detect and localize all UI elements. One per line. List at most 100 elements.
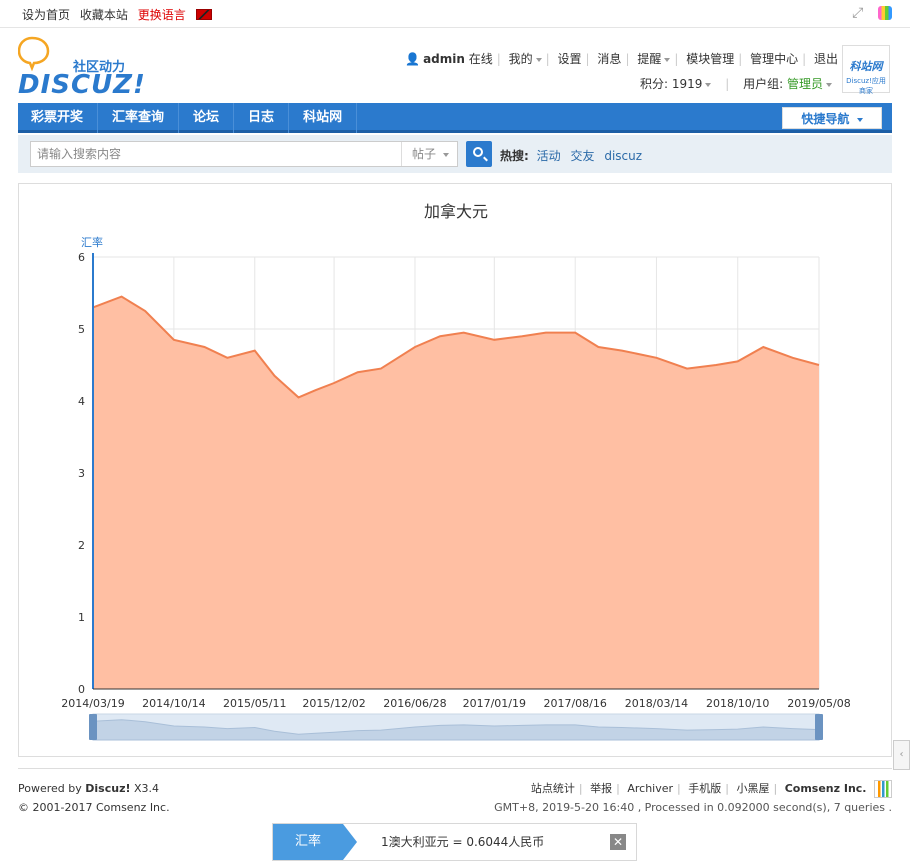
x-tick-label: 2015/05/11 [223,697,286,710]
points-menu[interactable]: 积分: 1919 [640,77,712,91]
partner-badge[interactable]: 科站网 Discuz!应用商家 [842,45,890,95]
settings-link[interactable]: 设置 [558,52,582,66]
footer-link-archiver[interactable]: Archiver [627,782,673,795]
points-label: 积分: 1919 [640,77,703,91]
partner-badge-title: 科站网 [849,60,883,73]
x-tick-label: 2014/10/14 [142,697,205,710]
fullscreen-icon[interactable]: ⤢ [852,6,866,20]
user-group-label: 用户组: [743,77,784,91]
product-link[interactable]: Discuz! [85,782,130,795]
user-icon: 👤 [405,52,421,66]
user-nav: 👤 admin 在线 | 我的 | 设置 | 消息 | 提醒 | 模块管理 | 管理中心 | 退… [405,52,838,66]
navigator-handle-left [89,714,97,740]
reminders-menu[interactable]: 提醒 [637,52,671,66]
nav-item-blog[interactable]: 日志 [234,103,290,133]
search-input[interactable] [31,142,401,166]
navigator-handle-right [815,714,823,740]
y-tick-label: 5 [78,323,85,336]
set-home-link[interactable]: 设为首页 [22,8,70,22]
footer-right: 站点统计 | 举报 | Archiver | 手机版 | 小黑屋 | Comsenz In… [494,779,892,817]
reminders-label: 提醒 [637,52,662,66]
company-link[interactable]: Comsenz Inc. [785,782,867,795]
search-type-select[interactable]: 帖子 [401,142,457,166]
top-bar: 设为首页 收藏本站 更换语言 ⤢ [0,0,910,28]
nav-item-exchange-rate[interactable]: 汇率查询 [98,103,180,133]
chevron-down-icon [664,57,671,62]
search-bar: 帖子 热搜: 活动 交友 discuz [18,135,892,173]
search-box: 帖子 [30,141,458,167]
messages-link[interactable]: 消息 [597,52,621,66]
rate-notice: 汇率 1澳大利亚元 = 0.6044人民币 ✕ [272,823,637,861]
y-tick-label: 0 [78,683,85,696]
y-tick-label: 3 [78,467,85,480]
chevron-down-icon [826,82,832,87]
y-tick-label: 2 [78,539,85,552]
product-version: X3.4 [134,782,160,795]
notice-tag: 汇率 [273,824,357,860]
logout-link[interactable]: 退出 [814,52,838,66]
change-language-link[interactable]: 更换语言 [138,8,212,22]
powered-by-label: Powered by [18,782,82,795]
nav-item-forum[interactable]: 论坛 [179,103,235,133]
x-tick-label: 2017/08/16 [543,697,606,710]
y-tick-label: 1 [78,611,85,624]
close-icon[interactable]: ✕ [610,834,626,850]
online-status: 在线 [468,52,493,66]
username[interactable]: admin [423,52,465,66]
flag-icon [195,9,212,20]
site-logo[interactable]: 社区动力 DISCUZ! [18,36,148,100]
top-links: 设为首页 收藏本站 更换语言 [22,6,218,23]
user-group-menu[interactable]: 管理员 [787,77,832,91]
main-nav: 彩票开奖 汇率查询 论坛 日志 科站网 快捷导航 [18,103,892,133]
favorite-link[interactable]: 收藏本站 [80,8,128,22]
chevron-down-icon [856,117,863,122]
x-tick-label: 2017/01/19 [463,697,526,710]
user-stats: 积分: 1919 | 用户组: 管理员 [640,75,832,92]
hot-search-link[interactable]: 活动 [537,149,561,163]
y-tick-label: 4 [78,395,85,408]
x-tick-label: 2015/12/02 [302,697,365,710]
footer-link-mobile[interactable]: 手机版 [688,782,721,795]
chevron-down-icon [535,57,542,62]
quick-nav-button[interactable]: 快捷导航 [782,107,882,129]
module-admin-link[interactable]: 模块管理 [686,52,734,66]
footer-link-report[interactable]: 举报 [590,782,612,795]
footer-link-blacklist[interactable]: 小黑屋 [736,782,769,795]
hot-search-label: 热搜: [500,149,529,163]
footer-left: Powered by Discuz! X3.4 © 2001-2017 Coms… [18,779,170,817]
search-button[interactable] [466,141,492,167]
chevron-down-icon [705,82,712,87]
hot-search-link[interactable]: discuz [604,149,642,163]
x-tick-label: 2019/05/08 [787,697,850,710]
user-group-value: 管理员 [786,77,823,91]
stats-badge-icon[interactable] [874,780,892,798]
series-area [93,296,819,689]
exchange-rate-chart: 加拿大元 汇率 0 1 2 3 4 5 6 2014/03/19 2014/10/14 2015/05… [18,183,892,757]
search-icon [473,147,483,157]
search-type-label: 帖子 [412,147,437,161]
nav-item-lottery[interactable]: 彩票开奖 [18,103,99,133]
logo-name: DISCUZ! [18,70,146,100]
x-tick-label: 2016/06/28 [383,697,446,710]
side-collapse-tab[interactable]: ‹ [893,740,910,770]
quick-nav-label: 快捷导航 [801,112,850,126]
change-language-label: 更换语言 [137,8,186,22]
x-tick-label: 2018/03/14 [625,697,688,710]
chart-svg: 加拿大元汇率 0 1 2 3 4 5 6 2014/03/19 2014/10/14 2015/05… [61,202,851,741]
copyright: © 2001-2017 Comsenz Inc. [18,801,170,814]
x-tick-label: 2018/10/10 [706,697,769,710]
my-menu-label: 我的 [508,52,533,66]
hot-search-link[interactable]: 交友 [570,149,594,163]
footer-link-stats[interactable]: 站点统计 [531,782,575,795]
my-menu[interactable]: 我的 [509,52,542,66]
chevron-down-icon [442,152,449,157]
hot-searches: 热搜: 活动 交友 discuz [500,147,648,164]
y-axis-label: 汇率 [81,235,103,249]
partner-badge-sub: Discuz!应用商家 [846,77,886,95]
admin-center-link[interactable]: 管理中心 [750,52,798,66]
app-icon[interactable] [878,5,892,20]
nav-item-kezhan[interactable]: 科站网 [289,103,358,133]
process-info: GMT+8, 2019-5-20 16:40 , Processed in 0.… [494,801,892,814]
y-tick-label: 6 [78,251,85,264]
top-right-tools: ⤢ [844,5,892,20]
